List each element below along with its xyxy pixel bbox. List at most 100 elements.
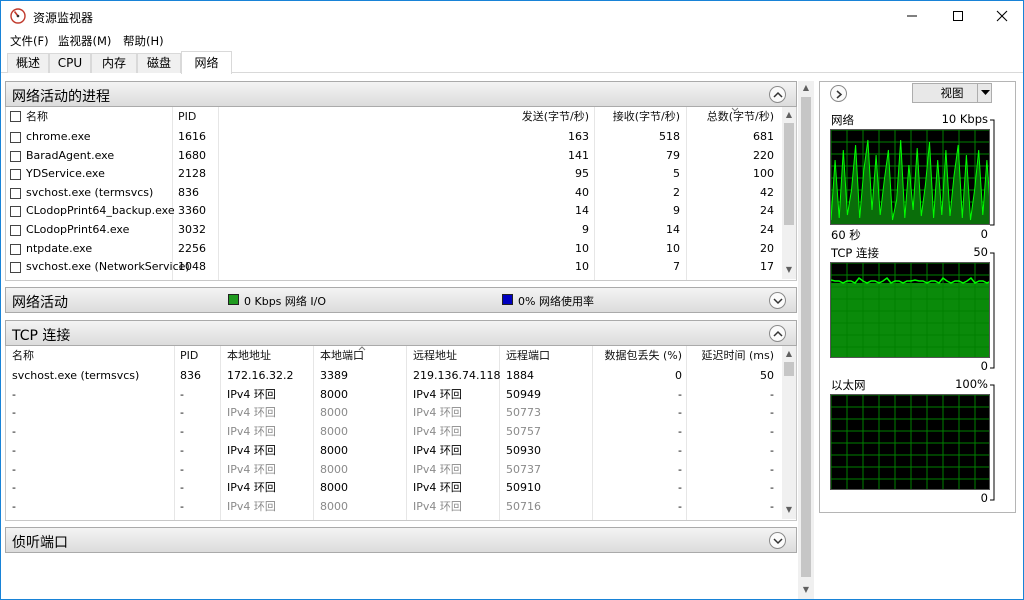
tcp-table-cell: - — [770, 425, 774, 439]
process-name-cell: svchost.exe (NetworkService) — [26, 260, 190, 274]
network-activity-section-header[interactable]: 网络活动 0 Kbps 网络 I/O 0% 网络使用率 — [5, 287, 797, 313]
tcp-scrollbar[interactable]: ▲ ▼ — [782, 346, 796, 519]
table-cell: 100 — [753, 167, 774, 181]
menu-file[interactable]: 文件(F) — [10, 33, 49, 49]
process-checkbox[interactable] — [10, 262, 21, 274]
tcp-table-cell: - — [180, 481, 184, 495]
tcp-table-cell: - — [12, 499, 16, 513]
listening-ports-expand-button[interactable] — [769, 532, 786, 549]
scroll-up-arrow-icon[interactable]: ▲ — [782, 347, 796, 361]
process-name-cell: YDService.exe — [26, 167, 105, 181]
tcp-table-cell: 50 — [760, 369, 774, 382]
tcp-table-cell: 50737 — [506, 462, 541, 476]
menu-help[interactable]: 帮助(H) — [123, 33, 164, 49]
tcp-table-cell: - — [770, 406, 774, 420]
scroll-up-arrow-icon[interactable]: ▲ — [782, 108, 796, 122]
process-checkbox[interactable] — [10, 187, 21, 199]
tcp-table-cell: 219.136.74.118 — [413, 369, 501, 382]
tcp-table-cell: - — [770, 443, 774, 457]
ethernet-graph-scale: 100% — [955, 377, 988, 391]
chevron-up-icon — [773, 330, 783, 337]
tab-memory[interactable]: 内存 — [91, 53, 137, 73]
processes-section-header[interactable]: 网络活动的进程 — [5, 81, 797, 107]
tcp-col-local-address[interactable]: 本地地址 — [227, 346, 271, 366]
process-checkbox[interactable] — [10, 150, 21, 162]
minimize-button[interactable] — [889, 1, 935, 31]
tcp-table-cell: 50716 — [506, 499, 541, 513]
process-name-cell: BaradAgent.exe — [26, 148, 115, 162]
listening-ports-section-header[interactable]: 侦听端口 — [5, 527, 797, 553]
table-cell: 1616 — [178, 130, 206, 143]
tcp-table-cell: - — [678, 499, 682, 513]
tcp-collapse-button[interactable] — [769, 325, 786, 342]
tcp-table-cell: 50930 — [506, 443, 541, 457]
tcp-table-cell: 50773 — [506, 406, 541, 420]
process-checkbox[interactable] — [10, 206, 21, 218]
tcp-section-header[interactable]: TCP 连接 — [5, 320, 797, 346]
listening-ports-title: 侦听端口 — [12, 535, 68, 551]
process-checkbox[interactable] — [10, 225, 21, 236]
tcp-scroll-thumb[interactable] — [784, 362, 794, 376]
collapse-pane-button[interactable] — [830, 85, 847, 102]
scroll-down-arrow-icon[interactable]: ▼ — [782, 263, 796, 277]
tab-network[interactable]: 网络 — [181, 51, 232, 74]
minimize-icon — [907, 15, 917, 17]
main-scroll-thumb[interactable] — [801, 97, 811, 577]
tcp-col-packet-loss[interactable]: 数据包丢失 (%) — [596, 346, 682, 366]
scroll-up-arrow-icon[interactable]: ▲ — [799, 81, 813, 95]
ethernet-graph — [830, 394, 990, 490]
table-cell: 14 — [666, 223, 680, 236]
tcp-table-cell: - — [180, 462, 184, 476]
tab-overview[interactable]: 概述 — [7, 53, 49, 73]
network-activity-expand-button[interactable] — [769, 292, 786, 309]
tcp-col-name[interactable]: 名称 — [12, 346, 34, 366]
tab-cpu[interactable]: CPU — [49, 53, 91, 73]
tcp-table-cell: IPv4 环回 — [227, 387, 276, 401]
col-sent[interactable]: 发送(字节/秒) — [486, 107, 589, 127]
process-checkbox[interactable] — [10, 132, 21, 143]
chevron-down-icon — [773, 538, 783, 545]
select-all-checkbox[interactable] — [10, 111, 21, 122]
sort-descending-icon — [731, 107, 739, 112]
tcp-col-remote-address[interactable]: 远程地址 — [413, 346, 457, 366]
table-cell: 10 — [666, 241, 680, 255]
tab-disk[interactable]: 磁盘 — [137, 53, 181, 73]
main-scrollbar[interactable]: ▲ ▼ — [798, 81, 814, 599]
table-cell: 10 — [575, 260, 589, 274]
close-icon — [996, 10, 1008, 22]
window-title: 资源监视器 — [33, 11, 94, 25]
processes-scroll-thumb[interactable] — [784, 123, 794, 225]
scroll-down-arrow-icon[interactable]: ▼ — [799, 583, 813, 597]
process-name-cell: CLodopPrint64_backup.exe — [26, 204, 175, 218]
maximize-button[interactable] — [935, 1, 981, 31]
close-button[interactable] — [979, 1, 1024, 31]
tcp-table-cell: - — [180, 443, 184, 457]
tcp-table-cell: - — [180, 387, 184, 401]
title-bar[interactable]: 资源监视器 — [1, 1, 1023, 31]
col-pid[interactable]: PID — [178, 107, 196, 127]
table-cell: 5 — [673, 167, 680, 181]
view-dropdown-arrow[interactable] — [977, 83, 992, 103]
col-name[interactable]: 名称 — [26, 107, 48, 127]
tcp-graph-scale: 50 — [973, 245, 988, 259]
tcp-table-cell: 50949 — [506, 387, 541, 401]
tcp-table-cell: 8000 — [320, 499, 348, 513]
network-io-label: 0 Kbps 网络 I/O — [244, 295, 327, 308]
processes-scrollbar[interactable]: ▲ ▼ — [782, 107, 796, 279]
process-checkbox[interactable] — [10, 169, 21, 181]
table-cell: 1048 — [178, 260, 206, 274]
table-cell: 163 — [568, 130, 589, 143]
menu-monitor[interactable]: 监视器(M) — [58, 33, 111, 49]
tcp-col-pid[interactable]: PID — [180, 346, 198, 366]
column-divider — [174, 346, 175, 520]
scroll-down-arrow-icon[interactable]: ▼ — [782, 503, 796, 517]
dropdown-arrow-icon — [981, 90, 990, 95]
tcp-table-cell: IPv4 环回 — [413, 499, 462, 513]
col-total[interactable]: 总数(字节/秒) — [686, 107, 774, 127]
processes-collapse-button[interactable] — [769, 86, 786, 103]
process-checkbox[interactable] — [10, 243, 21, 255]
tcp-col-latency[interactable]: 延迟时间 (ms) — [686, 346, 774, 366]
tcp-table-cell: IPv4 环回 — [413, 425, 462, 439]
col-received[interactable]: 接收(字节/秒) — [586, 107, 680, 127]
tcp-col-remote-port[interactable]: 远程端口 — [506, 346, 550, 366]
